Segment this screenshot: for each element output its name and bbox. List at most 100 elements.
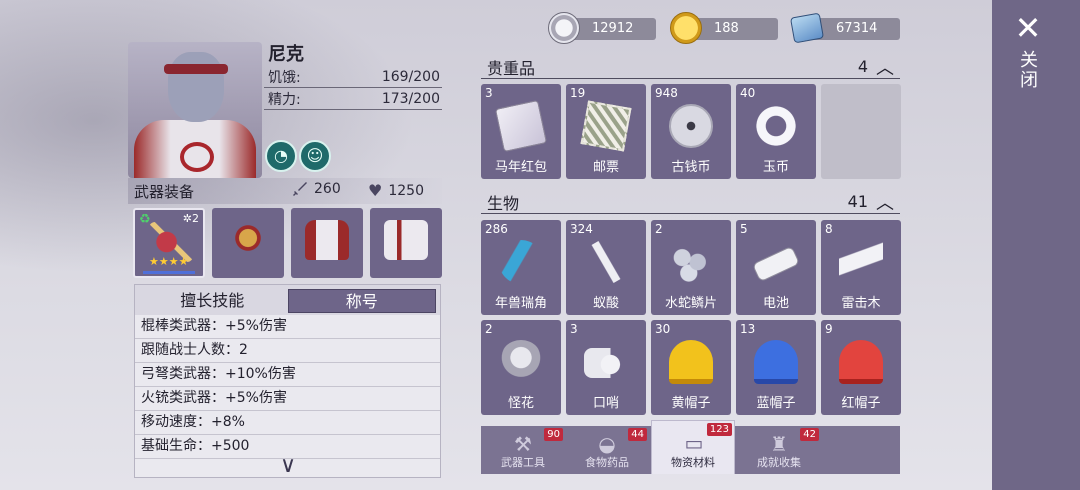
item-label: 电池 [762,296,789,311]
section-title: 贵重品 [487,58,536,78]
item-slot[interactable]: 40 玉币 [736,84,816,179]
slot-selected-bar [143,271,195,274]
skill-tabs: 擅长技能 称号 [135,285,440,315]
strange-flower-icon [499,340,543,384]
item-slot[interactable]: 3 马年红包 [481,84,561,179]
stat-label: 饥饿: [268,69,301,86]
tab-food-medicine[interactable]: ◒ 44 食物药品 [565,426,649,474]
stat-energy: 精力: 173/200 [264,88,442,110]
stat-label: 精力: [268,91,301,108]
chevron-down-icon[interactable]: ∨ [270,455,306,477]
item-label: 蚁酸 [592,296,619,311]
currency-cash: 67314 [789,12,900,44]
item-label: 口哨 [592,396,619,411]
equipment-title: 武器装备 [134,182,195,201]
item-slot[interactable]: 2 水蛇鳞片 [651,220,731,315]
stat-hunger: 饥饿: 169/200 [264,66,442,88]
item-qty: 13 [740,322,756,336]
category-tab-bar: ⚒ 90 武器工具 ◒ 44 食物药品 ▭ 123 物资材料 ♜ 42 成就收集 [481,420,900,474]
ant-icon [575,231,637,293]
currency-gold: 188 [670,12,778,44]
rating-stars: ★★★★ [149,255,189,268]
item-slot[interactable]: 3 口哨 [566,320,646,415]
food-icon: ◒ [598,432,616,456]
item-slot[interactable]: 5 电池 [736,220,816,315]
equip-slot-accessory[interactable] [212,208,284,278]
item-label: 古钱币 [671,160,711,175]
item-qty: 2 [655,222,663,236]
item-qty: 286 [485,222,508,236]
item-label: 红帽子 [841,396,881,411]
item-label: 水蛇鳞片 [664,296,717,311]
pants-icon [384,220,428,260]
tab-badge: 42 [800,428,819,441]
tab-label: 食物药品 [585,456,629,469]
section-title: 生物 [487,193,520,213]
item-slot[interactable]: 948 古钱币 [651,84,731,179]
health-stat: ♥ 1250 [368,181,424,200]
item-label: 黄帽子 [671,396,711,411]
item-slot[interactable]: 286 年兽瑞角 [481,220,561,315]
item-slot[interactable]: 19 邮票 [566,84,646,179]
section-header-creatures[interactable]: 生物 41 ︿ [481,190,900,214]
scale-icon [669,240,713,284]
red-envelope-icon [494,99,548,153]
equip-slot-pants[interactable] [370,208,442,278]
close-panel[interactable]: ✕ 关闭 [992,0,1080,490]
tab-badge: 44 [628,428,647,441]
tab-titles[interactable]: 称号 [287,289,436,313]
item-slot[interactable]: 8 雷击木 [821,220,901,315]
jade-coin-icon [754,104,798,148]
item-slot[interactable]: 13 蓝帽子 [736,320,816,415]
tab-weapons-tools[interactable]: ⚒ 90 武器工具 [481,426,565,474]
stat-value: 173/200 [381,90,440,107]
close-label[interactable]: 关闭 [1017,50,1040,90]
currency-silver: 12912 [548,12,656,44]
armor-icon [305,220,349,260]
trophy-icon: ♜ [770,432,788,456]
equip-slot-armor[interactable] [291,208,363,278]
item-qty: 30 [655,322,671,336]
portrait-headband [164,64,228,74]
item-label: 蓝帽子 [756,396,796,411]
attack-value: 260 [314,181,341,197]
character-portrait[interactable] [128,42,262,178]
mood-status-icon[interactable]: ☺ [299,140,331,172]
section-count: 41 ︿ [848,189,894,215]
close-icon[interactable]: ✕ [1014,12,1042,44]
stomach-status-icon[interactable]: ◔ [265,140,297,172]
tab-badge: 123 [706,423,732,436]
item-slot[interactable]: 30 黄帽子 [651,320,731,415]
tab-achievements[interactable]: ♜ 42 成就收集 [737,426,821,474]
tab-materials[interactable]: ▭ 123 物资材料 [651,420,735,474]
chevron-up-icon[interactable]: ︿ [876,54,894,80]
item-qty: 8 [825,222,833,236]
lightning-wood-icon [839,240,883,284]
tab-badge: 90 [544,428,563,441]
item-slot[interactable]: 324 蚁酸 [566,220,646,315]
item-label: 雷击木 [841,296,881,311]
chevron-up-icon[interactable]: ︿ [876,189,894,215]
silver-coins-icon [548,12,580,44]
horn-icon [499,240,543,284]
stamp-icon [580,100,632,152]
section-header-valuables[interactable]: 贵重品 4 ︿ [481,55,900,79]
portrait-head [168,52,224,122]
item-qty: 324 [570,222,593,236]
tab-label: 成就收集 [757,456,801,469]
skill-row: 跟随战士人数：2 [135,339,440,363]
currency-value: 12912 [592,21,634,36]
item-slot[interactable]: 2 怪花 [481,320,561,415]
item-slot[interactable]: 9 红帽子 [821,320,901,415]
gold-coin-icon [670,12,702,44]
health-value: 1250 [388,182,424,199]
skill-row: 火铳类武器：+5%伤害 [135,387,440,411]
empty-item-slot [821,84,901,179]
skill-row: 移动速度：+8% [135,411,440,435]
item-qty: 3 [570,322,578,336]
tab-skills[interactable]: 擅长技能 [139,289,286,313]
necklace-icon [226,220,270,260]
blue-helmet-icon [754,340,798,384]
item-qty: 3 [485,86,493,100]
equip-slot-weapon[interactable]: ♻ ✲2 ★★★★ [133,208,205,278]
